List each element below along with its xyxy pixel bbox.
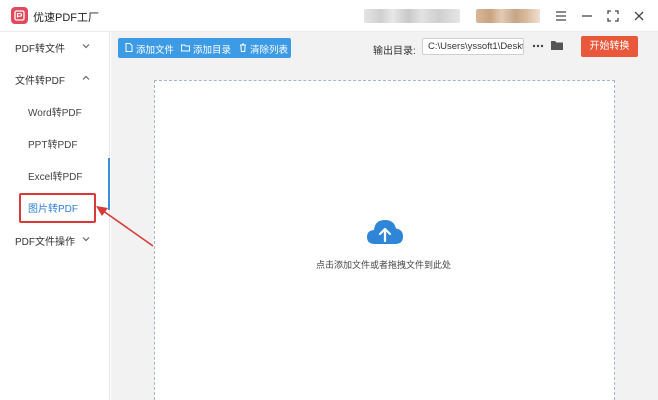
trash-icon	[240, 43, 246, 52]
sidebar-item-ppt-to-pdf[interactable]: PPT转PDF	[28, 136, 77, 151]
sidebar-group-pdf-to-file[interactable]: PDF转文件	[15, 40, 65, 55]
output-path-field[interactable]: C:\Users\yssoft1\Deskt	[422, 38, 524, 55]
folder-icon	[181, 44, 190, 52]
add-folder-button[interactable]: 添加目录	[193, 42, 231, 56]
minimize-icon[interactable]	[578, 7, 596, 25]
blurred-account-area	[364, 9, 460, 23]
output-dir-label: 输出目录:	[373, 46, 416, 57]
open-folder-icon[interactable]	[550, 39, 564, 51]
chevron-down-icon[interactable]	[82, 42, 90, 50]
drop-zone-hint: 点击添加文件或者拖拽文件到此处	[316, 260, 452, 270]
active-item-indicator	[108, 158, 110, 210]
menu-icon[interactable]	[552, 7, 570, 25]
app-logo-icon	[11, 7, 28, 24]
start-convert-button[interactable]: 开始转换	[581, 36, 638, 57]
close-icon[interactable]	[630, 7, 648, 25]
more-options-icon[interactable]	[531, 40, 545, 52]
annotation-highlight-box	[19, 193, 96, 223]
maximize-icon[interactable]	[604, 7, 622, 25]
chevron-up-icon[interactable]	[82, 74, 90, 82]
sidebar-item-excel-to-pdf[interactable]: Excel转PDF	[28, 168, 82, 183]
title-bar: 优速PDF工厂	[0, 0, 658, 32]
add-file-button[interactable]: 添加文件	[136, 42, 174, 56]
sidebar-group-pdf-operations[interactable]: PDF文件操作	[15, 233, 75, 248]
sidebar-group-file-to-pdf[interactable]: 文件转PDF	[15, 72, 65, 87]
file-icon	[125, 43, 133, 52]
app-title: 优速PDF工厂	[33, 12, 99, 24]
cloud-upload-icon[interactable]	[365, 216, 405, 248]
file-toolbar: 添加文件 添加目录 清除列表	[118, 38, 291, 58]
chevron-down-icon[interactable]	[82, 235, 90, 243]
clear-list-button[interactable]: 清除列表	[250, 42, 288, 56]
sidebar-item-word-to-pdf[interactable]: Word转PDF	[28, 104, 82, 119]
blurred-user-avatar[interactable]	[476, 9, 540, 23]
